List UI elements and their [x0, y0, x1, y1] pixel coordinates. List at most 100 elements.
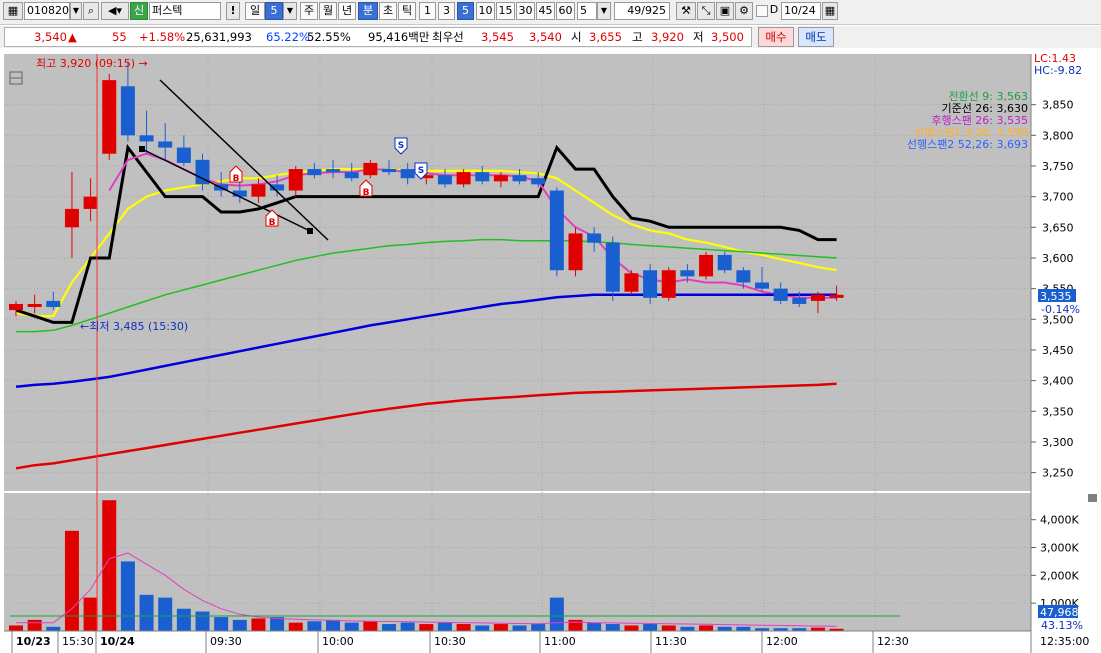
- candle-body[interactable]: [176, 147, 191, 163]
- candle-body[interactable]: [251, 184, 266, 197]
- period-second-button[interactable]: 초: [379, 2, 397, 20]
- tools-icon[interactable]: ⚒: [676, 2, 696, 20]
- volume-bar[interactable]: [120, 561, 135, 631]
- candle-body[interactable]: [64, 208, 79, 228]
- candle-body[interactable]: [755, 282, 769, 289]
- sound-icon[interactable]: ◀▾: [101, 2, 129, 20]
- candle-body[interactable]: [792, 297, 807, 304]
- chart-menu-icon[interactable]: ▦: [3, 2, 23, 20]
- volume-bar[interactable]: [176, 608, 191, 631]
- volume-bar[interactable]: [139, 594, 154, 631]
- count-input[interactable]: 5: [577, 2, 597, 20]
- volume-bar[interactable]: [307, 621, 322, 631]
- candle-body[interactable]: [605, 242, 620, 292]
- candle-body[interactable]: [120, 86, 135, 136]
- volume-bar[interactable]: [102, 500, 117, 631]
- volume-bar[interactable]: [46, 626, 61, 631]
- volume-bar[interactable]: [326, 619, 341, 631]
- candle-body[interactable]: [139, 135, 154, 142]
- candle-body[interactable]: [475, 172, 490, 182]
- line-draw-icon[interactable]: ⤡: [697, 2, 715, 20]
- volume-bar[interactable]: [288, 622, 303, 631]
- search-icon[interactable]: ⌕: [83, 2, 99, 20]
- period-day-button[interactable]: 일: [245, 2, 265, 20]
- volume-bar[interactable]: [661, 625, 676, 631]
- calendar-icon[interactable]: ▦: [822, 2, 838, 20]
- candle-body[interactable]: [46, 300, 61, 308]
- volume-bar[interactable]: [493, 624, 508, 631]
- period-week-button[interactable]: 주: [300, 2, 318, 20]
- settings-icon[interactable]: ⚙: [735, 2, 753, 20]
- volume-bar[interactable]: [680, 626, 695, 631]
- candle-body[interactable]: [810, 294, 825, 301]
- volume-bar[interactable]: [699, 625, 714, 631]
- period-day-count[interactable]: 5: [265, 2, 283, 20]
- candle-body[interactable]: [307, 169, 322, 176]
- volume-bar[interactable]: [344, 622, 359, 631]
- price-chart[interactable]: 최고 3,920 (09:15) → ←최저 3,485 (15:30) B B…: [0, 50, 1101, 653]
- candle-body[interactable]: [699, 254, 714, 277]
- candle-body[interactable]: [382, 169, 396, 173]
- volume-bar[interactable]: [587, 622, 602, 631]
- buy-button[interactable]: 매수: [758, 27, 794, 47]
- candle-body[interactable]: [27, 303, 42, 308]
- interval-10-button[interactable]: 10: [476, 2, 495, 20]
- volume-bar[interactable]: [717, 626, 732, 631]
- date-input[interactable]: 10/24: [781, 2, 821, 20]
- period-tick-button[interactable]: 틱: [398, 2, 416, 20]
- interval-5-button[interactable]: 5: [457, 2, 474, 20]
- sell-button[interactable]: 매도: [798, 27, 834, 47]
- volume-bar[interactable]: [232, 619, 247, 631]
- candle-body[interactable]: [736, 270, 751, 283]
- volume-bar[interactable]: [382, 624, 396, 631]
- candle-body[interactable]: [512, 175, 527, 182]
- candle-body[interactable]: [493, 175, 508, 182]
- volume-bar[interactable]: [195, 611, 210, 631]
- interval-1-button[interactable]: 1: [419, 2, 436, 20]
- interval-60-button[interactable]: 60: [556, 2, 575, 20]
- volume-bar[interactable]: [419, 624, 434, 631]
- stock-code-input[interactable]: 010820: [24, 2, 70, 20]
- candle-body[interactable]: [568, 233, 583, 271]
- candle-body[interactable]: [288, 169, 303, 191]
- volume-bar[interactable]: [214, 617, 229, 631]
- volume-bar[interactable]: [605, 624, 620, 631]
- candle-body[interactable]: [680, 270, 695, 277]
- period-month-button[interactable]: 월: [319, 2, 337, 20]
- candle-body[interactable]: [9, 303, 23, 311]
- volume-bar[interactable]: [400, 622, 415, 631]
- panel-minimize-icon[interactable]: [1088, 494, 1097, 502]
- candle-body[interactable]: [624, 273, 639, 292]
- trend-handle[interactable]: [307, 228, 313, 234]
- count-dropdown-icon[interactable]: ▼: [597, 2, 611, 20]
- date-checkbox[interactable]: [756, 5, 768, 17]
- trend-handle[interactable]: [139, 146, 145, 152]
- interval-30-button[interactable]: 30: [516, 2, 535, 20]
- candle-body[interactable]: [158, 141, 173, 148]
- save-icon[interactable]: ▣: [716, 2, 734, 20]
- period-minute-button[interactable]: 분: [358, 2, 378, 20]
- volume-bar[interactable]: [568, 619, 583, 631]
- interval-45-button[interactable]: 45: [536, 2, 555, 20]
- candle-body[interactable]: [643, 270, 658, 298]
- candle-body[interactable]: [587, 233, 602, 243]
- candle-body[interactable]: [102, 80, 117, 154]
- interval-15-button[interactable]: 15: [496, 2, 515, 20]
- candle-body[interactable]: [773, 288, 788, 301]
- code-dropdown-icon[interactable]: ▼: [70, 2, 82, 20]
- volume-bar[interactable]: [810, 627, 825, 631]
- volume-bar[interactable]: [83, 597, 98, 631]
- candle-body[interactable]: [83, 196, 98, 209]
- volume-bar[interactable]: [531, 624, 546, 631]
- candle-body[interactable]: [549, 190, 564, 271]
- period-year-button[interactable]: 년: [338, 2, 356, 20]
- candle-body[interactable]: [363, 162, 378, 176]
- volume-bar[interactable]: [251, 618, 266, 631]
- candle-body[interactable]: [829, 294, 844, 298]
- candle-body[interactable]: [344, 172, 359, 179]
- candle-body[interactable]: [326, 169, 341, 173]
- candle-body[interactable]: [531, 178, 546, 185]
- stock-name[interactable]: 퍼스텍: [149, 2, 221, 20]
- volume-bar[interactable]: [549, 597, 564, 631]
- volume-bar[interactable]: [475, 625, 490, 631]
